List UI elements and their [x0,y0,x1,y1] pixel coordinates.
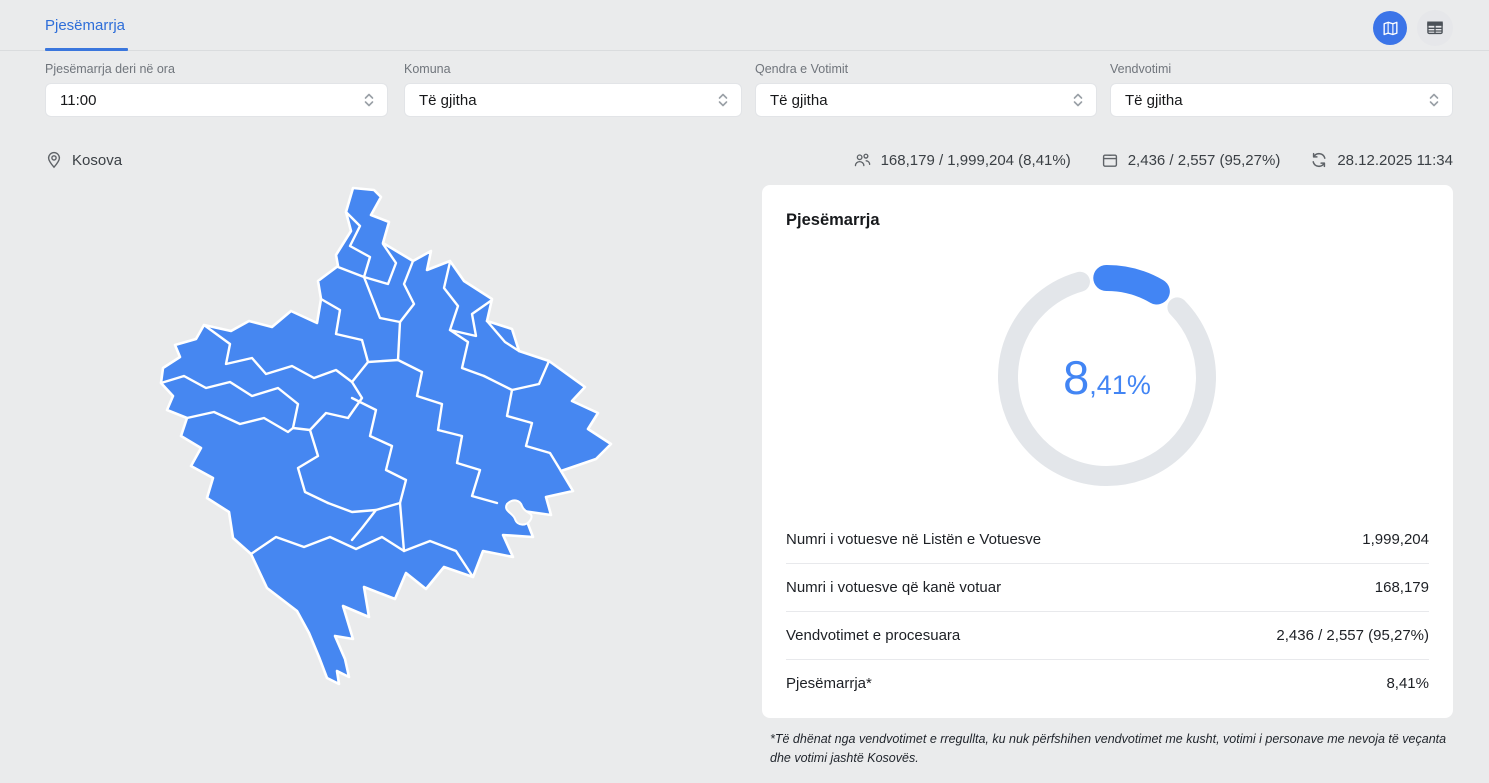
participation-dashboard: Pjesëmarrja Pjesëmarrja deri në ora 11:0… [0,0,1489,783]
komuna-select-value: Të gjitha [419,91,477,109]
tab-pjesemarrja[interactable]: Pjesëmarrja [45,0,125,51]
voters-stat-value: 168,179 / 1,999,204 (8,41%) [880,151,1071,169]
polling-stat: 2,436 / 2,557 (95,27%) [1101,151,1281,169]
location-breadcrumb: Kosova [45,151,122,169]
table-row: Numri i votuesve që kanë votuar 168,179 [786,563,1429,611]
refresh-icon [1310,151,1328,169]
voters-stat: 168,179 / 1,999,204 (8,41%) [853,151,1071,170]
card-title: Pjesëmarrja [786,211,880,229]
location-pin-icon [45,151,63,169]
chevron-updown-icon [1428,92,1440,108]
table-row: Numri i votuesve në Listën e Votuesve 1,… [786,515,1429,563]
filter-vendvotimi-label: Vendvotimi [1110,62,1172,76]
filter-hour: Pjesëmarrja deri në ora 11:00 [45,62,388,117]
chevron-updown-icon [1072,92,1084,108]
map-icon [1381,19,1400,38]
hour-select[interactable]: 11:00 [45,83,388,117]
table-row: Pjesëmarrja* 8,41% [786,659,1429,707]
stats-table: Numri i votuesve në Listën e Votuesve 1,… [786,515,1429,707]
filter-vendvotimi: Vendvotimi Të gjitha [1110,62,1453,117]
row-value: 168,179 [1374,579,1429,596]
vendvotimi-select-value: Të gjitha [1125,91,1183,109]
percent-integer: 8 [1063,350,1090,404]
polling-stat-value: 2,436 / 2,557 (95,27%) [1127,151,1281,169]
kosovo-outline [159,186,613,686]
vendvotimi-select[interactable]: Të gjitha [1110,83,1453,117]
updated-stat: 28.12.2025 11:34 [1310,151,1453,169]
ballot-box-icon [1101,151,1119,169]
participation-card: Pjesëmarrja 8 ,41% Numri i votuesve në L… [762,185,1453,718]
table-icon [1425,18,1445,38]
chevron-updown-icon [363,92,375,108]
row-label: Vendvotimet e procesuara [786,627,961,644]
table-view-button[interactable] [1417,10,1453,46]
map-view-button[interactable] [1373,11,1407,45]
percent-fraction: ,41% [1089,369,1151,400]
view-toggle-group [1373,10,1453,46]
filter-qendra: Qendra e Votimit Të gjitha [755,62,1097,117]
komuna-select[interactable]: Të gjitha [404,83,742,117]
qendra-select-value: Të gjitha [770,91,828,109]
row-value: 8,41% [1386,675,1429,692]
filter-qendra-label: Qendra e Votimit [755,62,849,76]
location-label: Kosova [72,151,123,169]
row-value: 2,436 / 2,557 (95,27%) [1276,627,1429,644]
qendra-select[interactable]: Të gjitha [755,83,1097,117]
footnote: *Të dhënat nga vendvotimet e rregullta, … [770,732,1447,766]
active-tab-indicator [45,48,128,51]
donut-center-value: 8 ,41% [1063,354,1151,401]
hour-select-value: 11:00 [60,91,97,109]
kosovo-map[interactable] [0,180,760,700]
header: Pjesëmarrja [0,0,1489,51]
summary-stats: 168,179 / 1,999,204 (8,41%) 2,436 / 2,55… [853,151,1453,170]
filter-komuna-label: Komuna [404,62,451,76]
filter-komuna: Komuna Të gjitha [404,62,742,117]
row-label: Pjesëmarrja* [786,675,872,692]
row-label: Numri i votuesve në Listën e Votuesve [786,530,1042,548]
status-bar: Kosova 168,179 / 1,999,204 (8,41%) 2,436… [45,147,1453,173]
row-value: 1,999,204 [1362,530,1429,548]
filter-hour-label: Pjesëmarrja deri në ora [45,62,175,76]
chevron-updown-icon [717,92,729,108]
users-icon [853,151,872,170]
updated-stat-value: 28.12.2025 11:34 [1337,151,1453,169]
participation-donut-chart: 8 ,41% [987,257,1227,497]
table-row: Vendvotimet e procesuara 2,436 / 2,557 (… [786,611,1429,659]
row-label: Numri i votuesve që kanë votuar [786,579,1002,596]
